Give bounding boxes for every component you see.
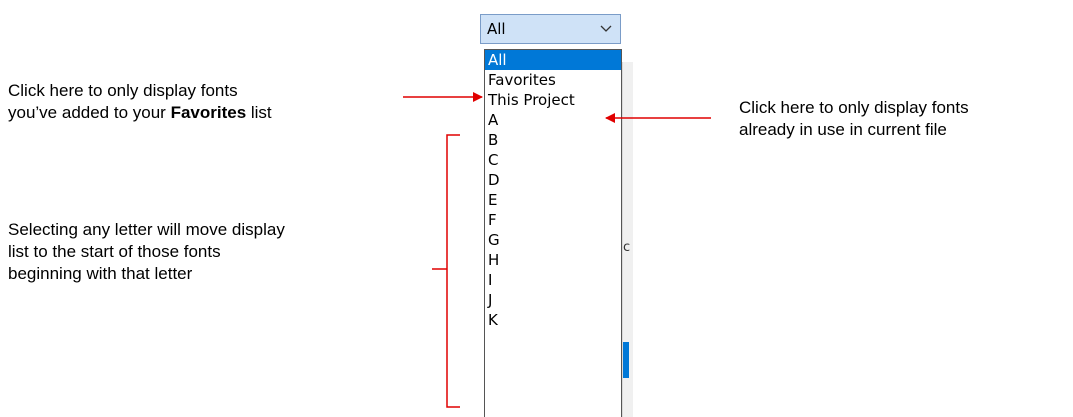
this-project-annotation: Click here to only display fonts already… — [739, 97, 969, 141]
this-project-annotation-line1: Click here to only display fonts — [739, 98, 969, 117]
letters-annotation-line1: Selecting any letter will move display — [8, 220, 285, 239]
favorites-annotation-bold: Favorites — [170, 103, 247, 122]
dropdown-option-all[interactable]: All — [485, 50, 621, 70]
favorites-annotation-line1: Click here to only display fonts — [8, 81, 238, 100]
letters-annotation: Selecting any letter will move display l… — [8, 219, 285, 285]
dropdown-option-g[interactable]: G — [485, 230, 621, 250]
combobox-value: All — [487, 20, 506, 38]
letters-bracket — [432, 134, 460, 408]
dropdown-option-i[interactable]: I — [485, 270, 621, 290]
dropdown-option-h[interactable]: H — [485, 250, 621, 270]
font-filter-dropdown-list[interactable]: All Favorites This Project A B C D E F G… — [484, 49, 622, 417]
dropdown-option-c[interactable]: C — [485, 150, 621, 170]
favorites-annotation-line2: you’ve added to your Favorites list — [8, 102, 272, 124]
font-filter-combobox[interactable]: All — [480, 14, 621, 44]
background-blue-element — [623, 342, 629, 378]
dropdown-option-j[interactable]: J — [485, 290, 621, 310]
favorites-annotation-suffix: list — [246, 103, 272, 122]
dropdown-option-b[interactable]: B — [485, 130, 621, 150]
dropdown-option-favorites[interactable]: Favorites — [485, 70, 621, 90]
dropdown-option-a[interactable]: A — [485, 110, 621, 130]
dropdown-option-e[interactable]: E — [485, 190, 621, 210]
dropdown-option-this-project[interactable]: This Project — [485, 90, 621, 110]
chevron-down-icon[interactable] — [599, 23, 613, 35]
dropdown-option-d[interactable]: D — [485, 170, 621, 190]
dropdown-option-k[interactable]: K — [485, 310, 621, 330]
this-project-annotation-line2: already in use in current file — [739, 120, 947, 139]
background-partial-text: c — [623, 240, 631, 255]
letters-annotation-line2: list to the start of those fonts — [8, 242, 221, 261]
screenshot-canvas: Click here to only display fonts you’ve … — [0, 0, 1073, 417]
letters-annotation-line3: beginning with that letter — [8, 264, 193, 283]
favorites-annotation-text: you’ve added to your — [8, 103, 171, 122]
favorites-annotation: Click here to only display fonts you’ve … — [8, 80, 272, 124]
dropdown-option-f[interactable]: F — [485, 210, 621, 230]
